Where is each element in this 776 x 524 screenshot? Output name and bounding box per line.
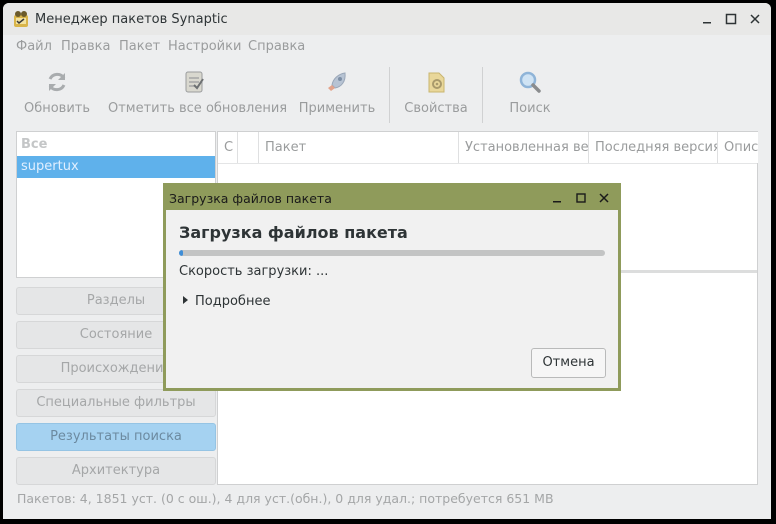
download-speed: Скорость загрузки: ... bbox=[179, 264, 329, 279]
apply-label: Применить bbox=[298, 101, 376, 116]
menu-bar: Файл Правка Пакет Настройки Справка bbox=[3, 35, 771, 59]
dialog-title-bar: Загрузка файлов пакета bbox=[166, 186, 618, 210]
dialog-title: Загрузка файлов пакета bbox=[169, 191, 332, 206]
filter-item-selected[interactable]: supertux bbox=[17, 156, 215, 178]
toolbar: Обновить Отметить все обновления Примени… bbox=[3, 59, 771, 129]
status-bar: Пакетов: 4, 1851 уст. (0 с ош.), 4 для у… bbox=[17, 491, 554, 506]
window-title: Менеджер пакетов Synaptic bbox=[35, 12, 228, 27]
expander-arrow-icon bbox=[183, 296, 188, 304]
mark-all-upgrades-button[interactable]: Отметить все обновления bbox=[108, 59, 288, 129]
properties-button[interactable]: Свойства bbox=[399, 59, 473, 129]
dialog-body: Загрузка файлов пакета Скорость загрузки… bbox=[166, 210, 618, 388]
rocket-icon bbox=[328, 72, 346, 91]
column-description[interactable]: Описание bbox=[718, 132, 758, 163]
search-icon bbox=[519, 71, 541, 93]
refresh-icon bbox=[48, 72, 66, 92]
refresh-label: Обновить bbox=[23, 101, 91, 116]
toolbar-separator bbox=[389, 67, 390, 123]
apply-button[interactable]: Применить bbox=[295, 59, 379, 129]
column-package[interactable]: Пакет bbox=[259, 132, 459, 163]
synaptic-app-icon bbox=[14, 11, 28, 27]
cancel-button[interactable]: Отмена bbox=[531, 348, 606, 378]
custom-filters-button[interactable]: Специальные фильтры bbox=[16, 389, 216, 417]
properties-icon bbox=[428, 72, 445, 93]
minimize-icon[interactable] bbox=[550, 191, 564, 205]
menu-settings[interactable]: Настройки bbox=[168, 39, 241, 54]
menu-package[interactable]: Пакет bbox=[119, 39, 160, 54]
menu-edit[interactable]: Правка bbox=[61, 39, 110, 54]
column-latest-version[interactable]: Последняя версия bbox=[589, 132, 718, 163]
column-status[interactable]: С bbox=[218, 132, 238, 163]
toolbar-separator bbox=[482, 67, 483, 123]
download-progress-fill bbox=[179, 250, 184, 256]
mark-upgrades-icon bbox=[185, 71, 204, 93]
menu-help[interactable]: Справка bbox=[248, 39, 305, 54]
maximize-icon[interactable] bbox=[723, 11, 739, 27]
download-progress-bar bbox=[179, 250, 605, 256]
close-icon[interactable] bbox=[747, 11, 763, 27]
menu-file[interactable]: Файл bbox=[16, 39, 52, 54]
dialog-heading: Загрузка файлов пакета bbox=[179, 223, 408, 242]
search-label: Поиск bbox=[509, 101, 551, 116]
filter-header[interactable]: Все bbox=[17, 134, 215, 156]
search-results-button[interactable]: Результаты поиска bbox=[16, 423, 216, 451]
minimize-icon[interactable] bbox=[699, 11, 715, 27]
search-button[interactable]: Поиск bbox=[493, 59, 567, 129]
details-expander[interactable]: Подробнее bbox=[183, 294, 270, 309]
mark-all-upgrades-label: Отметить все обновления bbox=[108, 101, 288, 116]
refresh-button[interactable]: Обновить bbox=[16, 59, 98, 129]
close-icon[interactable] bbox=[597, 191, 611, 205]
architecture-button[interactable]: Архитектура bbox=[16, 457, 216, 485]
title-bar: Менеджер пакетов Synaptic bbox=[3, 3, 771, 35]
column-installed-version[interactable]: Установленная версия bbox=[459, 132, 589, 163]
header-divider bbox=[218, 163, 757, 164]
properties-label: Свойства bbox=[404, 101, 468, 116]
download-dialog: Загрузка файлов пакета Загрузка файлов п… bbox=[163, 183, 621, 391]
details-label: Подробнее bbox=[195, 294, 271, 309]
maximize-icon[interactable] bbox=[574, 191, 588, 205]
column-support[interactable] bbox=[238, 132, 259, 163]
